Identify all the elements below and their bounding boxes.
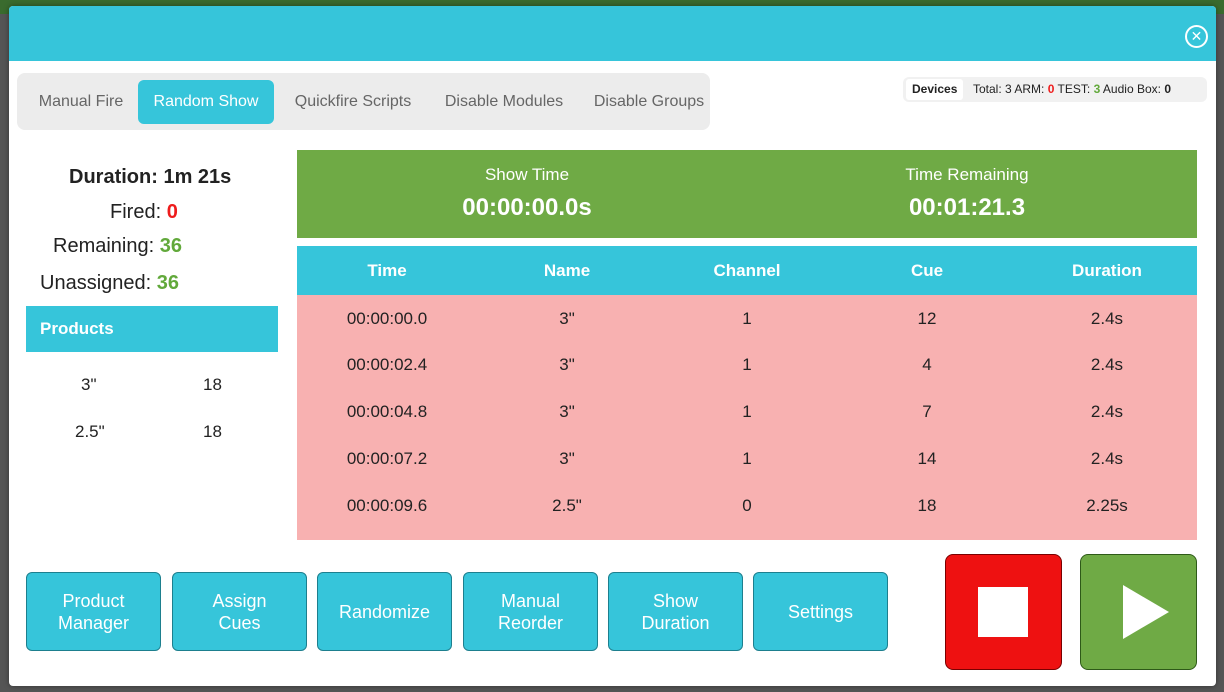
cell-name: 3" bbox=[559, 402, 575, 421]
settings-label: Settings bbox=[787, 601, 854, 622]
cell-name: 2.5" bbox=[552, 496, 582, 515]
cell-time: 00:00:09.6 bbox=[346, 496, 428, 515]
timer-panel: Show Time 00:00:00.0s Time Remaining 00:… bbox=[297, 150, 1197, 238]
tab-quickfire-scripts[interactable]: Quickfire Scripts bbox=[283, 80, 423, 124]
cell-duration: 2.4s bbox=[1090, 355, 1124, 374]
assign-cues-label: Assign Cues bbox=[212, 590, 267, 633]
cell-name: 3" bbox=[559, 355, 575, 374]
settings-button[interactable]: Settings bbox=[753, 572, 888, 651]
table-row[interactable]: 00:00:00.0 3" 1 12 2.4s bbox=[297, 297, 1197, 343]
manual-reorder-label: Manual Reorder bbox=[497, 590, 564, 633]
assign-cues-button[interactable]: Assign Cues bbox=[172, 572, 307, 651]
devices-stats: Total: 3 ARM: 0 TEST: 3 Audio Box: 0 bbox=[973, 77, 1171, 102]
cell-time: 00:00:07.2 bbox=[346, 449, 428, 468]
total-label: Total: bbox=[973, 82, 1002, 96]
remaining-stat: Remaining: 36 bbox=[53, 235, 182, 258]
cell-time: 00:00:02.4 bbox=[346, 355, 428, 374]
col-name: Name bbox=[543, 261, 591, 280]
cell-duration: 2.25s bbox=[1086, 496, 1128, 515]
cell-cue: 4 bbox=[922, 355, 932, 374]
close-icon[interactable]: ✕ bbox=[1185, 25, 1208, 48]
test-value: 3 bbox=[1093, 82, 1101, 96]
duration-stat: Duration: 1m 21s bbox=[69, 166, 231, 189]
time-remaining-value: 00:01:21.3 bbox=[908, 194, 1026, 221]
product-name: 3" bbox=[81, 375, 97, 394]
tab-manual-fire[interactable]: Manual Fire bbox=[25, 80, 137, 124]
random-show-dialog: ✕ Manual Fire Random Show Quickfire Scri… bbox=[9, 6, 1216, 686]
cell-cue: 12 bbox=[917, 309, 937, 328]
cell-name: 3" bbox=[559, 309, 575, 328]
fired-stat: Fired: 0 bbox=[110, 201, 178, 224]
cue-table-body: 00:00:00.0 3" 1 12 2.4s 00:00:02.4 3" 1 … bbox=[297, 295, 1197, 540]
unassigned-value: 36 bbox=[156, 272, 179, 294]
col-channel: Channel bbox=[713, 261, 781, 280]
arm-label: ARM: bbox=[1014, 82, 1045, 96]
cell-channel: 0 bbox=[742, 496, 752, 515]
time-remaining-label: Time Remaining bbox=[905, 165, 1029, 184]
remaining-label: Remaining: bbox=[53, 235, 155, 257]
cell-duration: 2.4s bbox=[1090, 449, 1124, 468]
product-manager-label: Product Manager bbox=[57, 590, 130, 633]
remaining-value: 36 bbox=[159, 235, 182, 257]
audio-box-label: Audio Box: bbox=[1102, 82, 1161, 96]
tab-random-show[interactable]: Random Show bbox=[138, 80, 274, 124]
duration-label: Duration: bbox=[69, 166, 158, 188]
cell-name: 3" bbox=[559, 449, 575, 468]
devices-status-bar: Devices Total: 3 ARM: 0 TEST: 3 Audio Bo… bbox=[903, 77, 1207, 102]
show-duration-label: Show Duration bbox=[641, 590, 710, 633]
cell-cue: 14 bbox=[917, 449, 937, 468]
table-row[interactable]: 00:00:09.6 2.5" 0 18 2.25s bbox=[297, 484, 1197, 530]
unassigned-label: Unassigned: bbox=[40, 272, 152, 294]
tab-bar: Manual Fire Random Show Quickfire Script… bbox=[17, 73, 710, 130]
cell-duration: 2.4s bbox=[1090, 309, 1124, 328]
cell-cue: 18 bbox=[917, 496, 937, 515]
show-time-label: Show Time bbox=[484, 165, 570, 184]
products-header: Products bbox=[26, 306, 278, 352]
total-value: 3 bbox=[1005, 82, 1012, 96]
col-time: Time bbox=[367, 261, 407, 280]
randomize-button[interactable]: Randomize bbox=[317, 572, 452, 651]
cell-duration: 2.4s bbox=[1090, 402, 1124, 421]
product-manager-button[interactable]: Product Manager bbox=[26, 572, 161, 651]
product-name: 2.5" bbox=[75, 422, 105, 441]
product-count: 18 bbox=[203, 375, 222, 394]
test-label: TEST: bbox=[1057, 82, 1091, 96]
cue-table-header: Time Name Channel Cue Duration bbox=[297, 246, 1197, 295]
table-row[interactable]: 00:00:04.8 3" 1 7 2.4s bbox=[297, 390, 1197, 436]
randomize-label: Randomize bbox=[338, 601, 431, 622]
table-row[interactable]: 00:00:02.4 3" 1 4 2.4s bbox=[297, 343, 1197, 389]
cell-time: 00:00:04.8 bbox=[346, 402, 428, 421]
dialog-titlebar: ✕ bbox=[9, 6, 1216, 61]
tab-disable-groups[interactable]: Disable Groups bbox=[587, 80, 711, 124]
devices-button[interactable]: Devices bbox=[906, 79, 964, 100]
unassigned-stat: Unassigned: 36 bbox=[40, 272, 179, 295]
fired-label: Fired: bbox=[110, 201, 162, 223]
cell-channel: 1 bbox=[742, 449, 752, 468]
tab-disable-modules[interactable]: Disable Modules bbox=[434, 80, 574, 124]
stop-button[interactable] bbox=[945, 554, 1062, 670]
cell-channel: 1 bbox=[742, 309, 752, 328]
col-cue: Cue bbox=[910, 261, 944, 280]
product-count: 18 bbox=[203, 422, 222, 441]
audio-box-value: 0 bbox=[1164, 82, 1171, 96]
cell-channel: 1 bbox=[742, 355, 752, 374]
cell-channel: 1 bbox=[742, 402, 752, 421]
play-button[interactable] bbox=[1080, 554, 1197, 670]
duration-value: 1m 21s bbox=[163, 166, 232, 188]
stop-square-icon bbox=[978, 587, 1028, 637]
cell-time: 00:00:00.0 bbox=[346, 309, 428, 328]
table-row[interactable]: 00:00:07.2 3" 1 14 2.4s bbox=[297, 437, 1197, 483]
arm-value: 0 bbox=[1047, 82, 1055, 96]
cell-cue: 7 bbox=[922, 402, 932, 421]
fired-value: 0 bbox=[166, 201, 178, 223]
play-triangle-icon bbox=[1123, 585, 1169, 639]
col-duration: Duration bbox=[1072, 261, 1142, 280]
show-time-value: 00:00:00.0s bbox=[462, 194, 592, 221]
show-duration-button[interactable]: Show Duration bbox=[608, 572, 743, 651]
manual-reorder-button[interactable]: Manual Reorder bbox=[463, 572, 598, 651]
